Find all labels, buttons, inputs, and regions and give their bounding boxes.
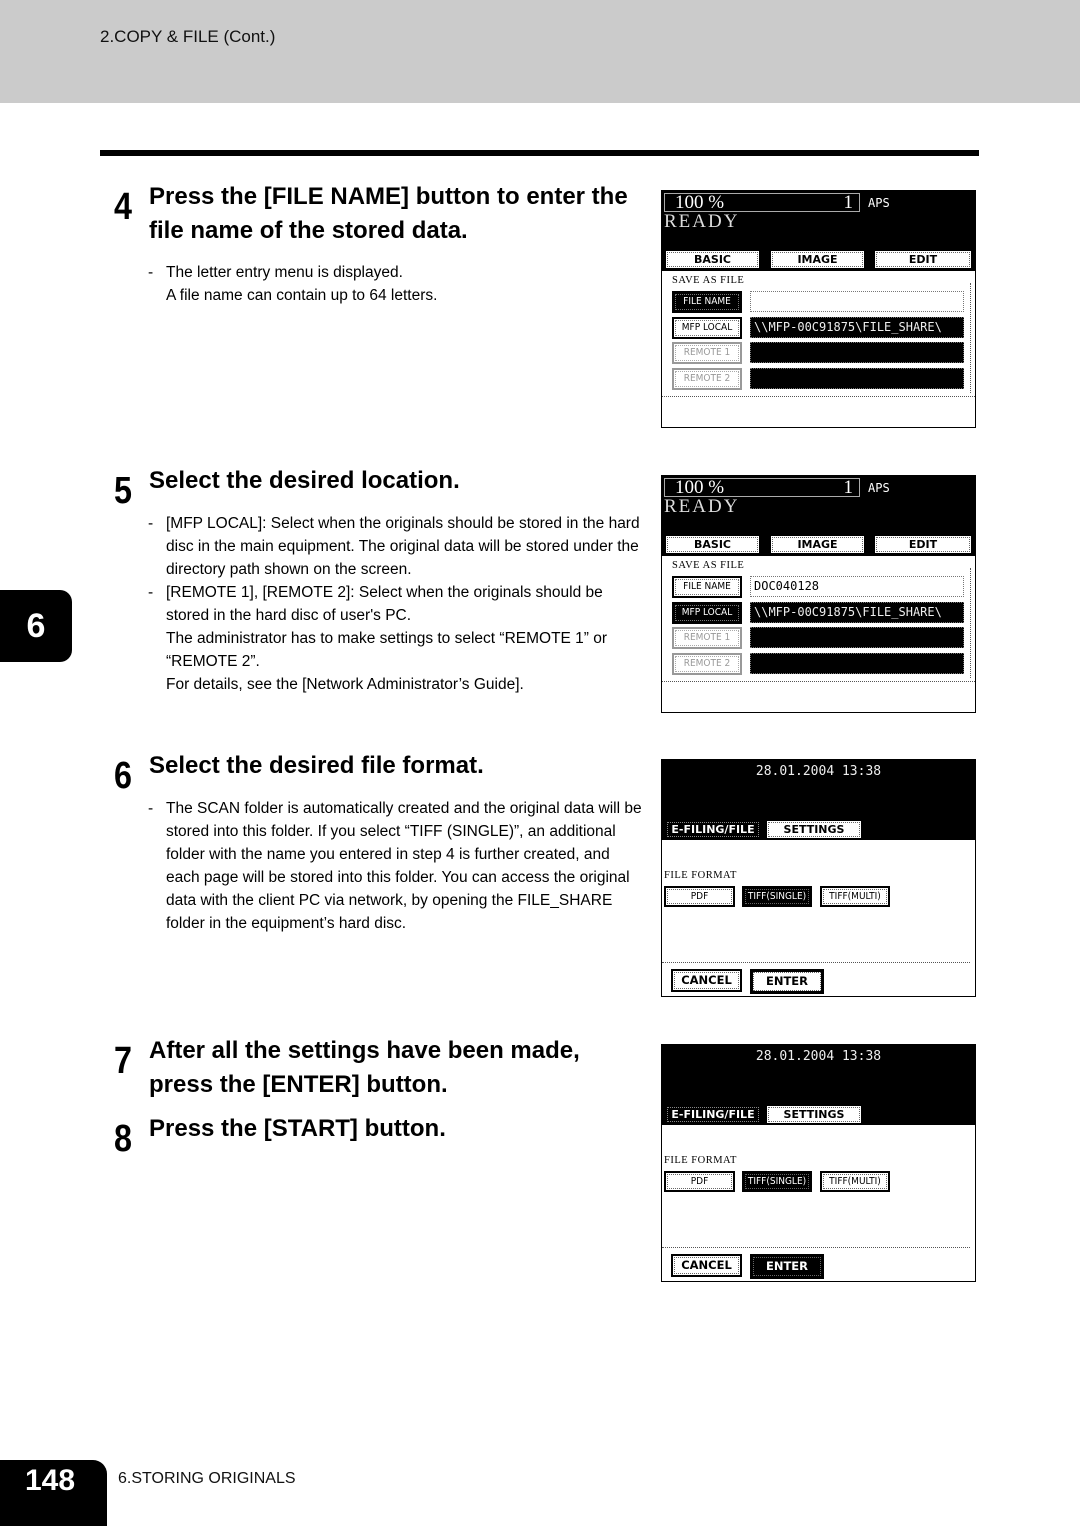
tab-edit[interactable]: EDIT: [873, 534, 973, 555]
paper-size: APS: [868, 481, 890, 495]
section-title: 2.COPY & FILE (Cont.): [100, 27, 276, 46]
format-tiff-single-button[interactable]: TIFF(SINGLE): [742, 886, 812, 907]
bullet-text: [MFP LOCAL]: Select when the originals s…: [166, 515, 640, 578]
bullet-text: [REMOTE 1], [REMOTE 2]: Select when the …: [166, 584, 603, 624]
scroll-divider: [970, 283, 971, 393]
date-time: 28.01.2004 13:38: [755, 764, 882, 779]
lcd-file-format-screen: 28.01.2004 13:38 E-FILING/FILE SETTINGS FIL…: [661, 1044, 976, 1282]
format-pdf-button[interactable]: PDF: [664, 1171, 735, 1192]
divider: [662, 962, 970, 963]
tab-settings[interactable]: SETTINGS: [765, 1104, 863, 1125]
remote-1-button: REMOTE 1: [672, 342, 742, 364]
chapter-tab: 6: [0, 590, 72, 662]
bullet: - The letter entry menu is displayed. A …: [148, 261, 643, 307]
file-name-button[interactable]: FILE NAME: [672, 576, 742, 598]
step-number: 4: [114, 186, 132, 228]
divider: [100, 150, 979, 156]
step-number: 7: [114, 1040, 132, 1082]
tab-basic[interactable]: BASIC: [664, 249, 761, 270]
section-label: SAVE AS FILE: [672, 560, 745, 571]
step-number: 5: [114, 470, 132, 512]
path-field: [750, 627, 964, 648]
mfp-local-button[interactable]: MFP LOCAL: [672, 316, 742, 339]
remote-1-button: REMOTE 1: [672, 627, 742, 649]
file-name-button[interactable]: FILE NAME: [672, 291, 742, 313]
zoom-display: 100 % 1: [664, 478, 860, 497]
step-body: - The SCAN folder is automatically creat…: [148, 797, 643, 935]
tab-image[interactable]: IMAGE: [769, 534, 866, 555]
format-tiff-single-button[interactable]: TIFF(SINGLE): [742, 1171, 812, 1192]
status-message: READY: [664, 211, 740, 232]
bullet-text: The SCAN folder is automatically created…: [166, 800, 642, 932]
format-tiff-multi-button[interactable]: TIFF(MULTI): [820, 886, 890, 907]
lcd-save-as-file-screen: 100 % 1 APS READY BASIC IMAGE EDIT SAVE AS FILE…: [661, 190, 976, 428]
remote-2-button: REMOTE 2: [672, 652, 742, 675]
bullet-text: The administrator has to make settings t…: [166, 630, 608, 670]
path-field: \\MFP-00C91875\FILE_SHARE\: [750, 316, 964, 338]
file-format-label: FILE FORMAT: [664, 1155, 737, 1166]
lcd-save-as-file-screen: 100 % 1 APS READY BASIC IMAGE EDIT SAVE AS FILE…: [661, 475, 976, 713]
zoom-ratio: 100 %: [675, 477, 725, 498]
divider: [662, 681, 975, 682]
tab-e-filing-file[interactable]: E-FILING/FILE: [664, 819, 762, 840]
lcd-file-format-screen: 28.01.2004 13:38 E-FILING/FILE SETTINGS FIL…: [661, 759, 976, 997]
tab-settings[interactable]: SETTINGS: [765, 819, 863, 840]
path-field: [750, 652, 964, 674]
file-name-field[interactable]: [750, 291, 964, 312]
section-label: SAVE AS FILE: [672, 275, 745, 286]
cancel-button[interactable]: CANCEL: [671, 969, 742, 992]
path-field: [750, 367, 964, 389]
page-header: 2.COPY & FILE (Cont.): [0, 0, 1080, 103]
file-name-field[interactable]: DOC040128: [750, 576, 964, 597]
step-title: Press the [FILE NAME] button to enter th…: [149, 183, 628, 244]
step-title: Select the desired location.: [149, 467, 460, 494]
file-format-label: FILE FORMAT: [664, 870, 737, 881]
step-number: 8: [114, 1118, 132, 1160]
status-message: READY: [664, 496, 740, 517]
path-field: [750, 342, 964, 363]
tab-e-filing-file[interactable]: E-FILING/FILE: [664, 1104, 762, 1125]
scroll-divider: [970, 568, 971, 678]
bullet-text: The letter entry menu is displayed.: [166, 264, 403, 281]
divider: [662, 396, 975, 397]
divider: [662, 1247, 970, 1248]
format-pdf-button[interactable]: PDF: [664, 886, 735, 907]
bullet: - [REMOTE 1], [REMOTE 2]: Select when th…: [148, 581, 643, 696]
step-body: - [MFP LOCAL]: Select when the originals…: [148, 512, 643, 696]
step-number: 6: [114, 755, 132, 797]
chapter-title: 6.STORING ORIGINALS: [118, 1470, 296, 1487]
step-title: Select the desired file format.: [149, 752, 484, 779]
zoom-ratio: 100 %: [675, 192, 725, 213]
copy-count: 1: [843, 477, 854, 498]
step-title: Press the [START] button.: [149, 1115, 446, 1142]
cancel-button[interactable]: CANCEL: [671, 1254, 742, 1277]
page-number: 148: [25, 1464, 76, 1497]
bullet-text: A file name can contain up to 64 letters…: [166, 287, 438, 304]
step-body: - The letter entry menu is displayed. A …: [148, 261, 643, 307]
remote-2-button: REMOTE 2: [672, 367, 742, 390]
step-title: After all the settings have been made, p…: [149, 1037, 580, 1098]
tab-basic[interactable]: BASIC: [664, 534, 761, 555]
tab-bar: BASIC IMAGE EDIT: [664, 534, 973, 556]
tab-bar: BASIC IMAGE EDIT: [664, 249, 973, 271]
enter-button[interactable]: ENTER: [750, 969, 824, 994]
enter-button[interactable]: ENTER: [750, 1254, 824, 1279]
zoom-display: 100 % 1: [664, 193, 860, 212]
copy-count: 1: [843, 192, 854, 213]
format-tiff-multi-button[interactable]: TIFF(MULTI): [820, 1171, 890, 1192]
bullet-text: For details, see the [Network Administra…: [166, 676, 524, 693]
bullet: - The SCAN folder is automatically creat…: [148, 797, 643, 935]
paper-size: APS: [868, 196, 890, 210]
path-field: \\MFP-00C91875\FILE_SHARE\: [750, 601, 964, 623]
mfp-local-button[interactable]: MFP LOCAL: [672, 601, 742, 624]
tab-image[interactable]: IMAGE: [769, 249, 866, 270]
date-time: 28.01.2004 13:38: [755, 1049, 882, 1064]
bullet: - [MFP LOCAL]: Select when the originals…: [148, 512, 643, 581]
tab-edit[interactable]: EDIT: [873, 249, 973, 270]
